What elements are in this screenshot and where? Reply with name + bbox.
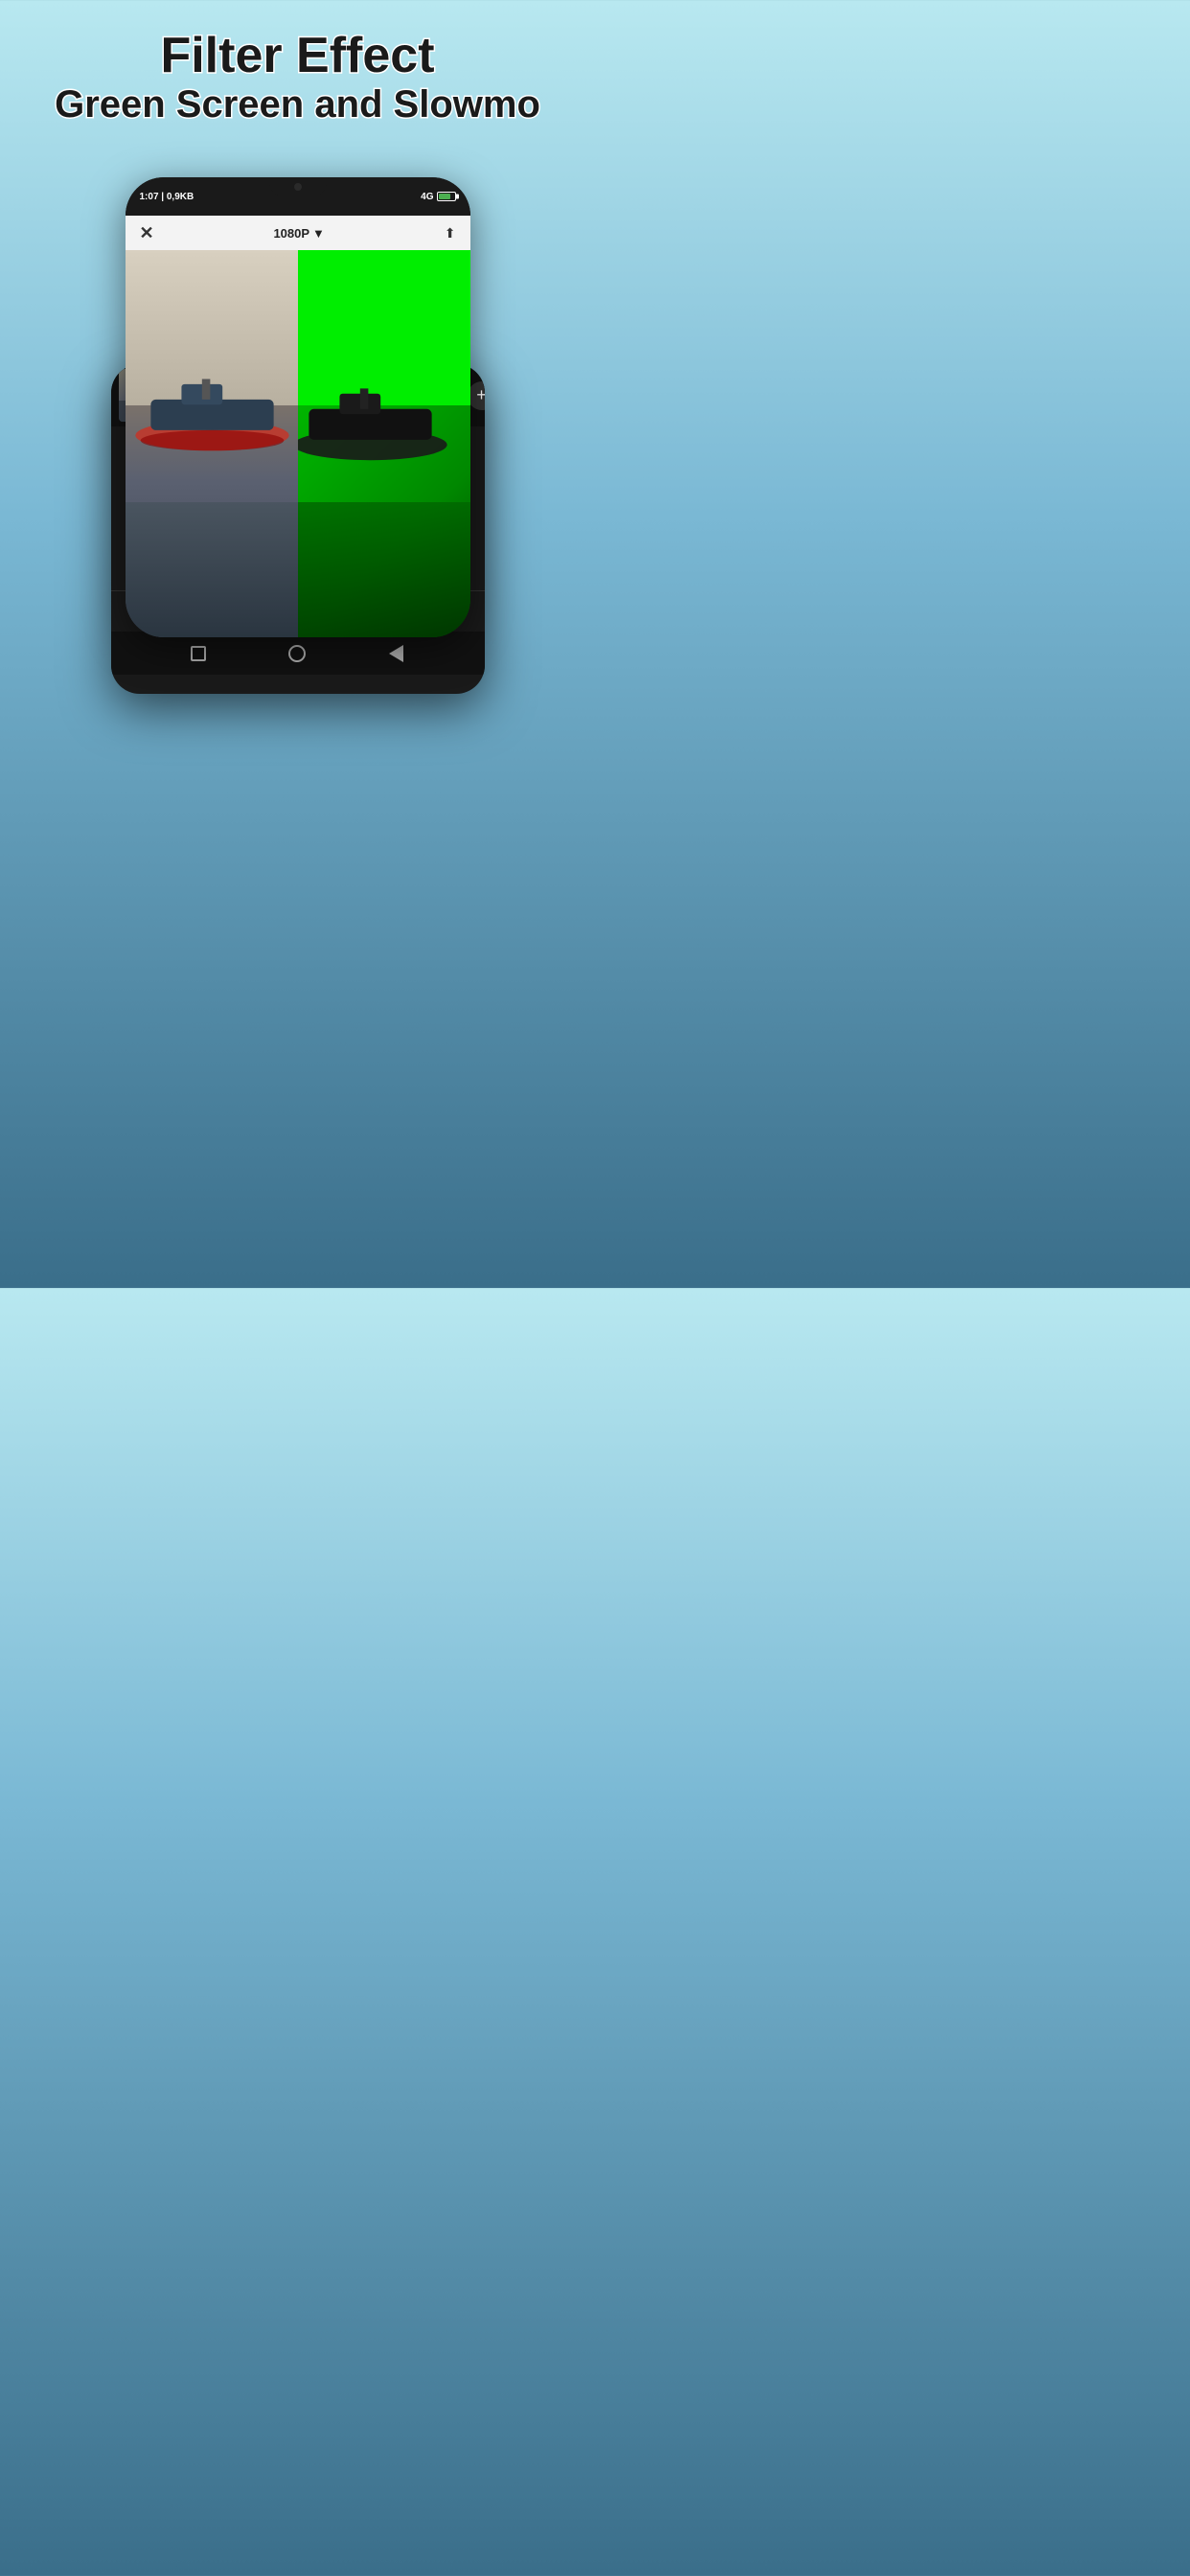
close-button[interactable]: ✕ bbox=[140, 223, 154, 243]
water-green bbox=[298, 502, 470, 637]
boat-original bbox=[130, 328, 294, 502]
quality-arrow: ▼ bbox=[312, 226, 325, 241]
recents-icon bbox=[191, 646, 206, 661]
battery-icon bbox=[437, 192, 456, 201]
water-original bbox=[126, 502, 298, 637]
battery-fill bbox=[439, 194, 451, 199]
video-green-screen bbox=[298, 250, 470, 637]
home-icon bbox=[288, 645, 306, 662]
nav-recents-button[interactable] bbox=[189, 644, 208, 663]
upload-button[interactable]: ⬆ bbox=[445, 225, 456, 242]
notch bbox=[269, 177, 327, 196]
status-bar: 1:07 | 0,9KB 4G bbox=[126, 177, 470, 216]
quality-label: 1080P bbox=[273, 226, 309, 241]
video-preview bbox=[126, 250, 470, 637]
nav-home-button[interactable] bbox=[287, 644, 307, 663]
status-right: 4G bbox=[421, 192, 455, 202]
status-left-text: 1:07 | 0,9KB bbox=[140, 192, 195, 202]
top-phone: 1:07 | 0,9KB 4G ✕ 1080P ▼ ⬆ bbox=[126, 177, 470, 637]
video-original bbox=[126, 250, 298, 637]
boat-green bbox=[298, 347, 452, 502]
video-toolbar: ✕ 1080P ▼ ⬆ bbox=[126, 216, 470, 250]
back-icon bbox=[389, 645, 403, 662]
header-section: Filter Effect Green Screen and Slowmo bbox=[0, 0, 595, 140]
nav-back-button[interactable] bbox=[387, 644, 406, 663]
camera-dot bbox=[294, 183, 302, 191]
android-nav-bar bbox=[111, 632, 485, 675]
battery-tip bbox=[456, 195, 459, 199]
signal-text: 4G bbox=[421, 192, 433, 202]
main-title-line2: Green Screen and Slowmo bbox=[19, 83, 576, 126]
quality-selector[interactable]: 1080P ▼ bbox=[273, 226, 324, 241]
main-title-line1: Filter Effect bbox=[19, 29, 576, 83]
